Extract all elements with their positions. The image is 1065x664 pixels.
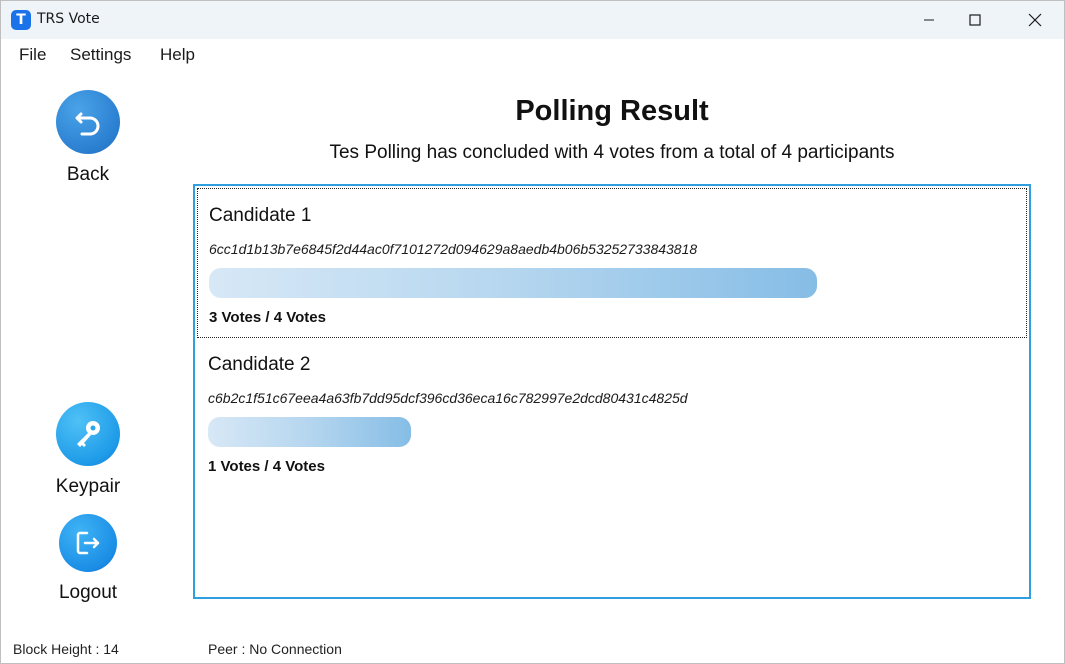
menu-file[interactable]: File [19, 45, 46, 65]
menu-bar: File Settings Help [1, 39, 1064, 71]
minimize-icon [924, 19, 934, 21]
app-window: T TRS Vote File Settings Help Back Keypa… [0, 0, 1065, 664]
menu-settings[interactable]: Settings [70, 45, 131, 65]
back-button[interactable]: Back [28, 90, 148, 186]
candidate-card[interactable]: Candidate 2 c6b2c1f51c67eea4a63fb7dd95dc… [197, 338, 1027, 488]
app-logo-icon: T [11, 10, 31, 30]
key-icon [56, 402, 120, 466]
peer-status: Peer : No Connection [208, 641, 342, 657]
vote-count: 1 Votes / 4 Votes [208, 458, 325, 475]
page-title: Polling Result [515, 95, 709, 127]
logout-button[interactable]: Logout [28, 514, 148, 604]
keypair-button[interactable]: Keypair [28, 402, 148, 498]
close-icon [1028, 13, 1042, 27]
candidate-hash: c6b2c1f51c67eea4a63fb7dd95dcf396cd36eca1… [208, 390, 688, 406]
menu-help[interactable]: Help [160, 45, 195, 65]
window-title: TRS Vote [37, 11, 100, 27]
minimize-button[interactable] [906, 1, 952, 39]
block-height-status: Block Height : 14 [13, 641, 119, 657]
vote-progress-bar [208, 417, 411, 447]
logout-label: Logout [58, 582, 118, 603]
close-button[interactable] [1012, 1, 1058, 39]
logout-icon [59, 514, 117, 572]
vote-count: 3 Votes / 4 Votes [209, 309, 326, 326]
candidate-hash: 6cc1d1b13b7e6845f2d44ac0f7101272d094629a… [209, 241, 698, 257]
keypair-label: Keypair [55, 476, 121, 497]
candidate-name: Candidate 2 [208, 354, 311, 375]
results-list[interactable]: Candidate 1 6cc1d1b13b7e6845f2d44ac0f710… [193, 184, 1031, 599]
candidate-name: Candidate 1 [209, 205, 312, 226]
maximize-button[interactable] [952, 1, 998, 39]
title-bar[interactable]: T TRS Vote [1, 1, 1064, 39]
vote-progress-bar [209, 268, 817, 298]
candidate-card[interactable]: Candidate 1 6cc1d1b13b7e6845f2d44ac0f710… [197, 188, 1027, 338]
page-subtitle: Tes Polling has concluded with 4 votes f… [329, 142, 895, 163]
maximize-icon [969, 14, 981, 26]
back-label: Back [66, 164, 110, 185]
back-icon [56, 90, 120, 154]
